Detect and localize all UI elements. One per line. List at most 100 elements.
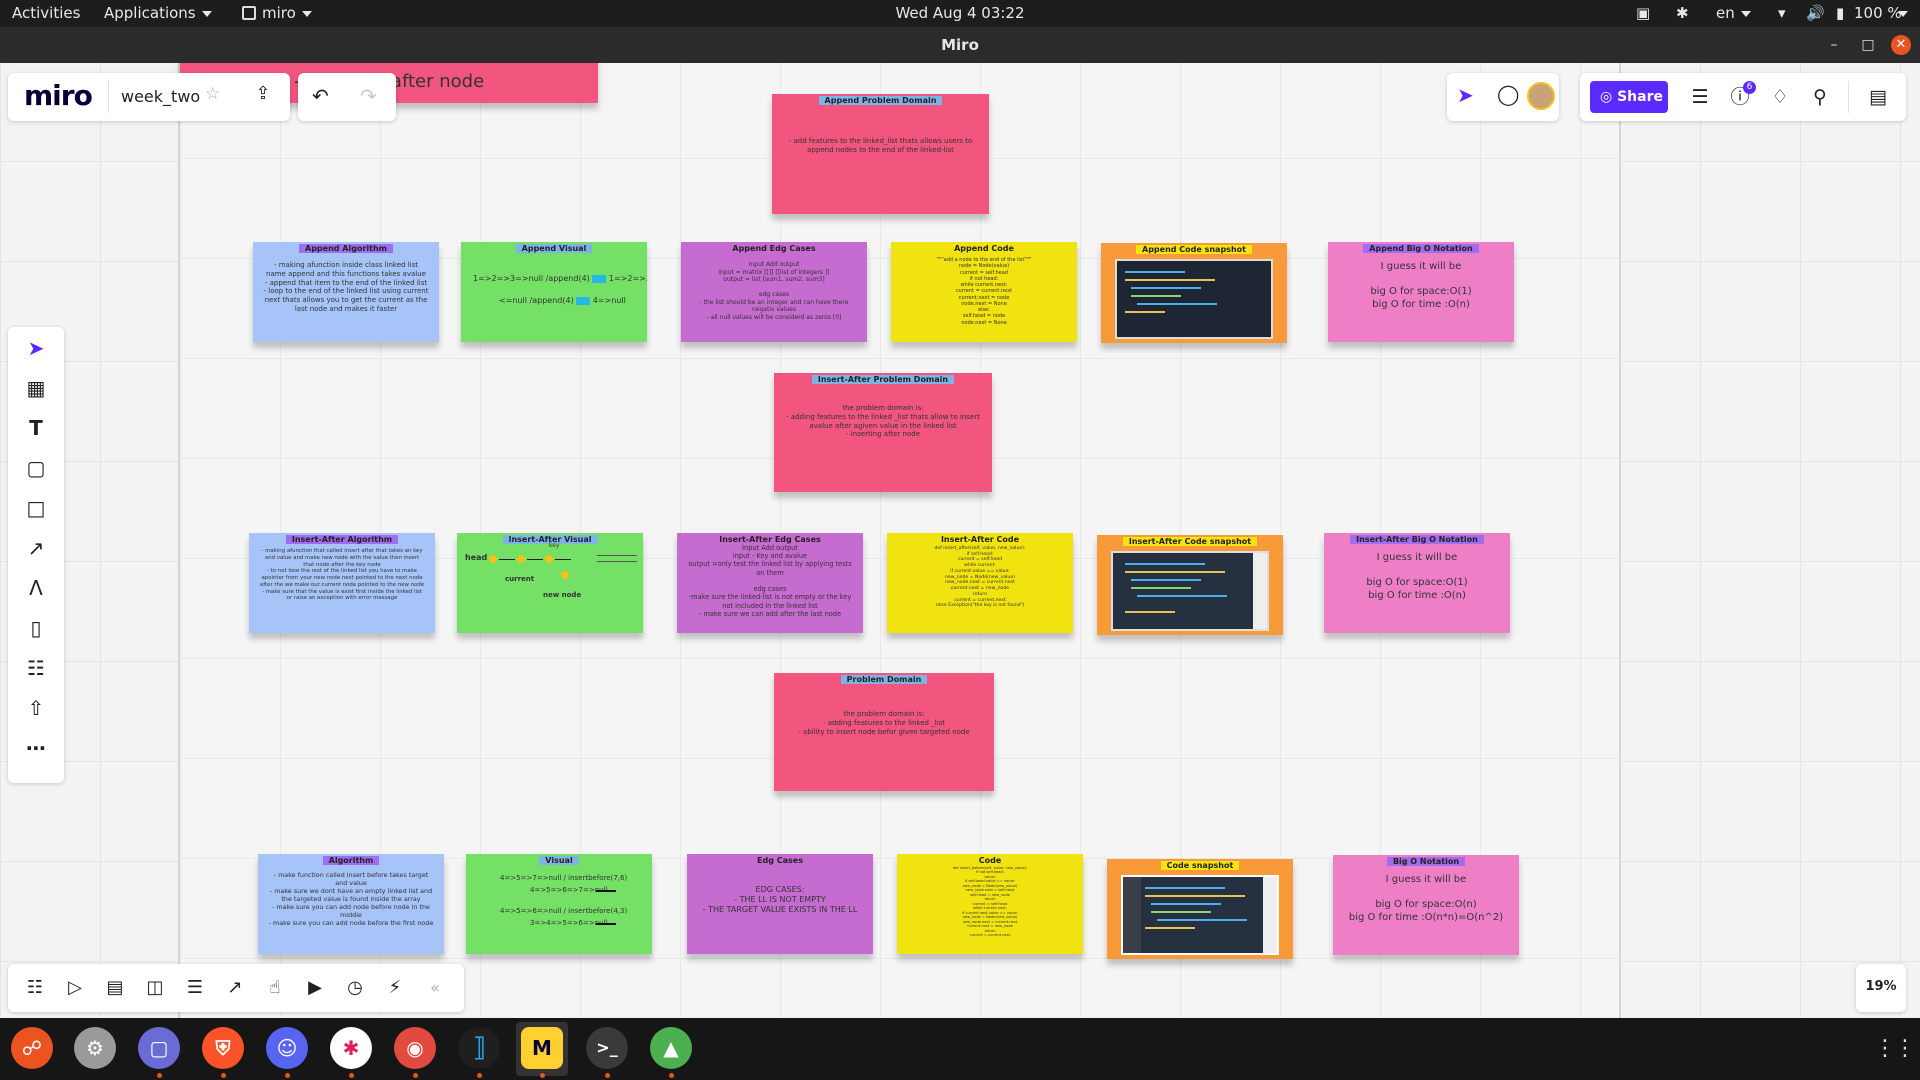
visual-current-label: current [505, 575, 535, 583]
note-title: Append Code snapshot [1136, 245, 1252, 254]
card-icon[interactable]: ☰ [180, 973, 210, 1003]
sticky-note-insert-after-edge-cases[interactable]: Insert-After Edg Cases Input Add output … [677, 533, 863, 633]
close-icon[interactable]: ✕ [1891, 35, 1911, 55]
discord-icon[interactable]: ☺ [266, 1027, 308, 1069]
pen-icon[interactable]: Λ [21, 573, 51, 603]
avatar[interactable] [1527, 82, 1555, 110]
new-node-icon [561, 571, 569, 579]
comment-icon[interactable]: ▯ [21, 613, 51, 643]
wifi-icon[interactable]: ▾ [1778, 4, 1786, 22]
miro-icon[interactable]: M [521, 1027, 563, 1069]
notes-panel-icon[interactable]: ▤ [1862, 81, 1894, 113]
text-icon[interactable]: T [21, 413, 51, 443]
language-indicator[interactable]: en [1716, 4, 1751, 22]
upload-icon[interactable]: ⇧ [21, 693, 51, 723]
system-menu-chevron-icon[interactable] [1898, 4, 1908, 22]
notifications-icon[interactable]: ♢ [1764, 81, 1796, 113]
sticky-note-append-snapshot[interactable]: Append Code snapshot [1101, 243, 1287, 343]
comments-icon[interactable]: ▤ [100, 973, 130, 1003]
visual-text: 1=>2=>3=>null /append(4) [473, 274, 590, 283]
settings-icon[interactable]: ⚙ [74, 1027, 116, 1069]
sticky-note-insert-after-code[interactable]: Insert-After Code def insert_after(self,… [887, 533, 1073, 633]
reactions-thumb-icon[interactable]: ☝ [260, 973, 290, 1003]
undo-icon[interactable]: ↶ [312, 84, 329, 108]
frames-icon[interactable]: ☷ [20, 973, 50, 1003]
zoom-level[interactable]: 19% [1856, 979, 1906, 994]
connection-line-icon[interactable]: ↗ [21, 533, 51, 563]
sticky-note-append-edge-cases[interactable]: Append Edg Cases Input Add output input … [681, 242, 867, 342]
sticky-note-insert-after-visual[interactable]: Insert-After Visual key head current new… [457, 533, 643, 633]
sticky-note-append-domain[interactable]: Append Problem Domain - add features to … [772, 94, 989, 214]
visual-text: 4=>5=>7=>null / insertbefore(7,6) [500, 874, 628, 882]
slack-tray-icon[interactable]: ✱ [1676, 4, 1689, 22]
discord-tray-icon[interactable]: ▣ [1636, 4, 1650, 22]
export-icon[interactable]: ⇪ [252, 83, 274, 107]
terminal-icon[interactable]: >_ [586, 1027, 628, 1069]
arrow-icon [596, 923, 616, 925]
system-top-bar: Activities Applications miro Wed Aug 4 0… [0, 0, 1920, 27]
note-body: - making afunction that called insert af… [259, 548, 425, 602]
more-tools-icon[interactable]: ⋯ [21, 733, 51, 763]
chrome-icon[interactable]: ◉ [394, 1027, 436, 1069]
invite-icon[interactable]: ◯ [1497, 82, 1519, 106]
minimize-icon[interactable]: – [1824, 35, 1844, 55]
ubuntu-software-icon[interactable]: ☍ [11, 1027, 53, 1069]
volume-icon[interactable]: 🔊 [1806, 4, 1825, 22]
sticky-note-append-big-o[interactable]: Append Big O Notation I guess it will be… [1328, 242, 1514, 342]
brave-browser-icon[interactable]: ⛨ [202, 1027, 244, 1069]
settings-sliders-icon[interactable]: ☰ [1684, 81, 1716, 113]
sticky-note-append-code[interactable]: Append Code """add a node to the end of … [891, 242, 1077, 342]
board-name[interactable]: week_two [121, 87, 200, 106]
present-icon[interactable]: ▷ [60, 973, 90, 1003]
share-button[interactable]: ◎ Share [1590, 81, 1668, 113]
running-indicator [413, 1073, 418, 1078]
app-menu-miro[interactable]: miro [242, 4, 312, 22]
shapes-icon[interactable]: □ [21, 493, 51, 523]
slack-icon[interactable]: ✱ [330, 1027, 372, 1069]
redo-icon[interactable]: ↷ [360, 84, 377, 108]
sticky-note-append-algorithm[interactable]: Append Algorithm - making afunction insi… [253, 242, 439, 342]
share-screen-icon[interactable]: ↗ [220, 973, 250, 1003]
note-body: I guess it will be big O for space:O(n) … [1348, 874, 1504, 923]
vscode-icon[interactable]: ⟧ [458, 1027, 500, 1069]
apps-bolt-icon[interactable]: ⚡ [380, 973, 410, 1003]
reactions-icon[interactable]: ➤ [1457, 83, 1474, 107]
select-cursor-icon[interactable]: ➤ [21, 333, 51, 363]
templates-icon[interactable]: ▦ [21, 373, 51, 403]
sticky-note-insert-after-domain[interactable]: Insert-After Problem Domain the problem … [774, 373, 992, 492]
visual-key-label: key [549, 542, 560, 549]
running-indicator [157, 1073, 162, 1078]
sticky-note-visual[interactable]: Visual 4=>5=>7=>null / insertbefore(7,6)… [466, 854, 652, 954]
timer-icon[interactable]: ◷ [340, 973, 370, 1003]
chat-icon[interactable]: ◫ [140, 973, 170, 1003]
frame-icon[interactable]: ☷ [21, 653, 51, 683]
note-title: Insert-After Edg Cases [719, 535, 821, 544]
image-viewer-icon[interactable]: ▲ [650, 1027, 692, 1069]
sticky-note-problem-domain[interactable]: Problem Domain the problem domain is: - … [774, 673, 994, 791]
search-icon[interactable]: ⚲ [1804, 81, 1836, 113]
show-applications-grid-icon[interactable]: ⋮⋮⋮ [1874, 1036, 1920, 1062]
sticky-note-algorithm[interactable]: Algorithm - make function called insert … [258, 854, 444, 954]
sticky-note-insert-after-algorithm[interactable]: Insert-After Algorithm - making afunctio… [249, 533, 435, 633]
code-screenshot-image [1115, 259, 1273, 339]
sticky-note-edge-cases[interactable]: Edg Cases EDG CASES: - THE LL IS NOT EMP… [687, 854, 873, 954]
sticky-note-icon[interactable]: ▢ [21, 453, 51, 483]
files-icon[interactable]: ▢ [138, 1027, 180, 1069]
miro-logo[interactable]: miro [24, 79, 93, 112]
sticky-note-append-visual[interactable]: Append Visual 1=>2=>3=>null /append(4) 1… [461, 242, 647, 342]
video-icon[interactable]: ▶ [300, 973, 330, 1003]
sticky-note-big-o[interactable]: Big O Notation I guess it will be big O … [1333, 855, 1519, 955]
battery-icon[interactable]: ▮ [1836, 4, 1844, 22]
note-body: Input Add output input - Key and avalue … [688, 544, 852, 618]
node-icon [517, 555, 525, 563]
sticky-note-code[interactable]: Code def insert_before(self, value, new_… [897, 854, 1083, 954]
sticky-note-insert-after-big-o[interactable]: Insert-After Big O Notation I guess it w… [1324, 533, 1510, 633]
collapse-icon[interactable]: « [420, 973, 450, 1003]
star-icon[interactable]: ☆ [205, 84, 220, 104]
board-canvas[interactable]: - inserting after node Append Problem Do… [0, 63, 1920, 1018]
applications-menu[interactable]: Applications [104, 4, 212, 22]
sticky-note-code-snapshot[interactable]: Code snapshot [1107, 859, 1293, 959]
maximize-icon[interactable]: □ [1858, 35, 1878, 55]
sticky-note-insert-after-snapshot[interactable]: Insert-After Code snapshot [1097, 535, 1283, 635]
activities-button[interactable]: Activities [12, 4, 80, 22]
